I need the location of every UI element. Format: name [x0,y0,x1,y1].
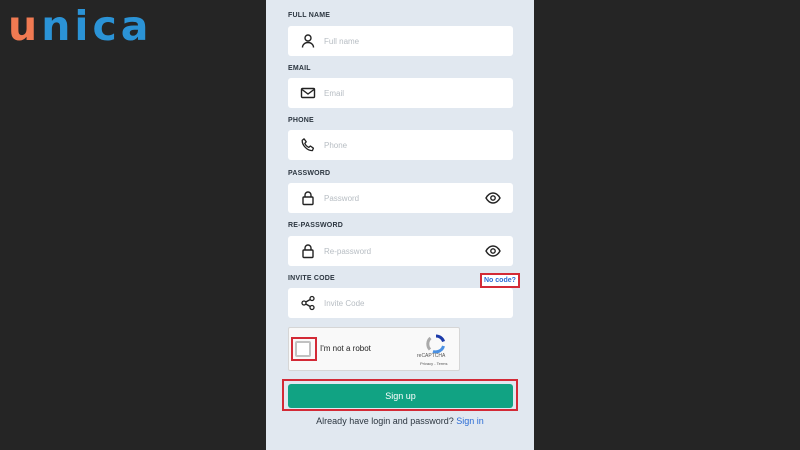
invite-code-field[interactable] [288,288,513,318]
already-have-account-text: Already have login and password? [316,416,454,426]
email-label: EMAIL [288,65,311,72]
recaptcha-logo-icon [426,334,446,354]
invite-code-input[interactable] [324,288,474,318]
re-password-field[interactable] [288,236,513,266]
email-input[interactable] [324,78,474,108]
full-name-field[interactable] [288,26,513,56]
logo-letter-u: u [8,2,42,50]
signup-panel: FULL NAME EMAIL PHONE PASSWORD RE-PASSWO… [266,0,534,450]
password-input[interactable] [324,183,474,213]
email-field[interactable] [288,78,513,108]
mail-icon [300,85,316,101]
password-label: PASSWORD [288,170,331,177]
unica-logo: unica [8,2,152,50]
no-code-link[interactable]: No code? [480,273,520,288]
captcha-checkbox[interactable] [295,341,311,357]
sign-in-link[interactable]: Sign in [456,416,484,426]
show-re-password-eye-icon[interactable] [485,244,501,258]
phone-field[interactable] [288,130,513,160]
phone-input[interactable] [324,130,474,160]
password-field[interactable] [288,183,513,213]
phone-label: PHONE [288,117,314,124]
recaptcha-privacy-terms[interactable]: Privacy - Terms [420,361,447,366]
re-password-input[interactable] [324,236,474,266]
lock-icon [300,243,316,259]
already-have-account: Already have login and password? Sign in [266,416,534,426]
show-password-eye-icon[interactable] [485,191,501,205]
logo-letters-nica: nica [41,2,153,50]
full-name-input[interactable] [324,26,474,56]
full-name-label: FULL NAME [288,12,331,19]
recaptcha-brand: reCAPTCHA [417,353,446,359]
share-icon [300,295,316,311]
invite-code-label: INVITE CODE [288,275,335,282]
recaptcha-widget: I'm not a robot reCAPTCHA Privacy - Term… [288,327,460,371]
phone-icon [300,137,316,153]
signup-button[interactable]: Sign up [288,384,513,408]
lock-icon [300,190,316,206]
user-icon [300,33,316,49]
re-password-label: RE-PASSWORD [288,222,343,229]
captcha-label: I'm not a robot [320,344,371,353]
